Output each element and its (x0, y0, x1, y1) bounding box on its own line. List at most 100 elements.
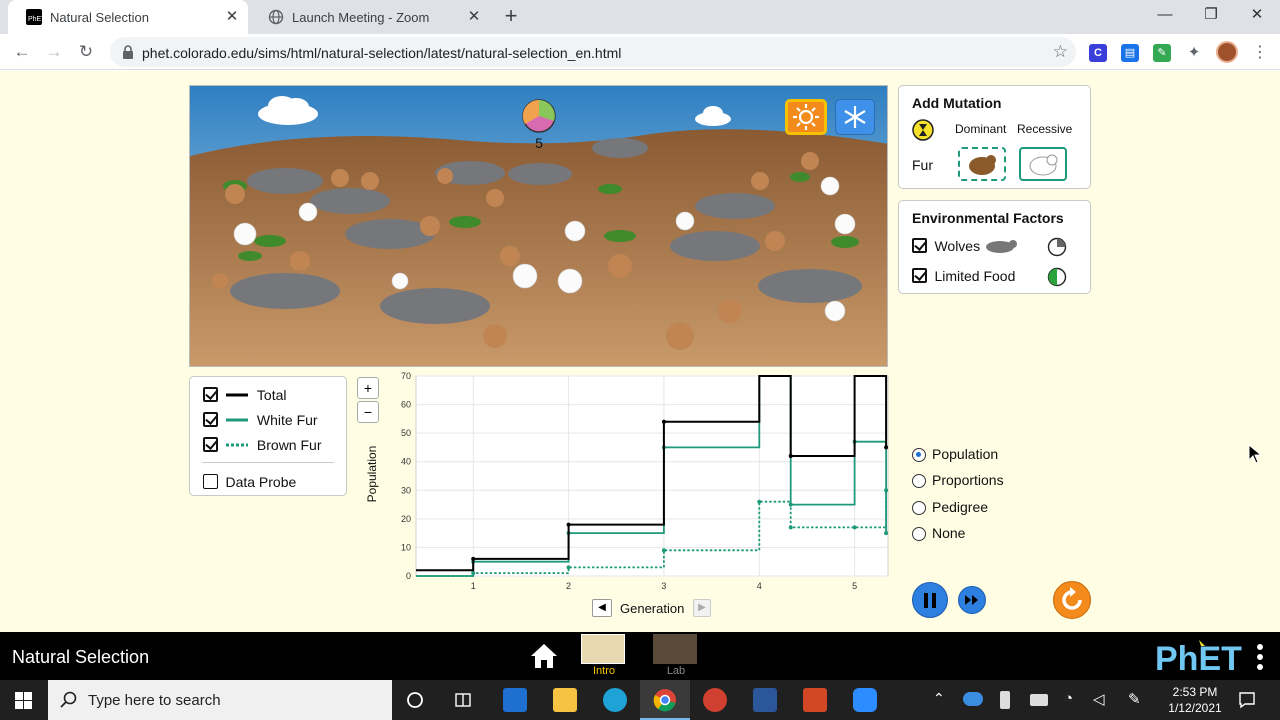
plot-area (415, 375, 889, 577)
bookmark-star-icon[interactable]: ☆ (1053, 42, 1068, 62)
sun-button[interactable] (785, 99, 827, 135)
white-fur-icon (1029, 154, 1058, 176)
system-clock[interactable]: 2:53 PM 1/12/2021 (1160, 684, 1230, 716)
total-label: Total (256, 386, 287, 403)
svg-text:PhET: PhET (1155, 640, 1242, 676)
extension-c-icon[interactable]: C (1089, 44, 1107, 62)
food-clock-icon (1047, 267, 1067, 287)
recessive-fur-button[interactable] (1019, 147, 1067, 181)
forward-icon[interactable]: → (43, 41, 65, 63)
onedrive-icon[interactable] (963, 692, 983, 706)
search-icon (60, 691, 77, 708)
mouse-cursor-icon (1248, 444, 1262, 464)
windows-start-icon[interactable] (15, 692, 32, 709)
address-bar[interactable]: phet.colorado.edu/sims/html/natural-sele… (110, 37, 1076, 67)
profile-avatar[interactable] (1216, 41, 1238, 63)
phet-favicon-icon: PhET (26, 9, 42, 25)
y-axis-label: Population (365, 445, 379, 503)
zoom-app-icon[interactable] (853, 688, 877, 712)
chrome-taskbar-button[interactable] (640, 680, 690, 720)
y-tick-label: 10 (401, 542, 411, 552)
phet-logo-icon[interactable]: PhET (1155, 638, 1247, 676)
x-tick-label: 5 (852, 581, 857, 591)
previous-generation-button[interactable]: ◀ (592, 599, 612, 617)
search-placeholder: Type here to search (88, 692, 221, 709)
extension-screen-icon[interactable]: ▤ (1121, 44, 1139, 62)
y-tick-label: 20 (401, 514, 411, 524)
x-tick-label: 3 (661, 581, 666, 591)
checkbox-icon (203, 474, 218, 490)
mutation-hourglass-icon (912, 119, 934, 141)
taskbar-search-box[interactable]: Type here to search (48, 680, 392, 720)
new-tab-button[interactable]: + (500, 5, 522, 27)
snowflake-icon (844, 106, 866, 128)
clock-time: 2:53 PM (1172, 685, 1218, 699)
volume-icon[interactable]: ◁ (1093, 690, 1105, 708)
home-button[interactable] (528, 640, 560, 672)
data-point (884, 445, 889, 450)
y-tick-label: 30 (401, 485, 411, 495)
generation-count: 5 (535, 135, 543, 151)
cortana-icon[interactable] (406, 691, 424, 709)
x-tick-label: 1 (471, 581, 476, 591)
snow-button[interactable] (835, 99, 875, 135)
wolves-checkbox[interactable]: Wolves (912, 237, 980, 255)
tab-natural-selection[interactable]: PhET Natural Selection ✕ (8, 0, 248, 34)
white-fur-checkbox[interactable]: White Fur (203, 411, 318, 429)
close-tab-icon[interactable]: ✕ (224, 9, 240, 25)
data-probe-checkbox[interactable]: Data Probe (203, 473, 296, 491)
y-tick-label: 0 (406, 571, 411, 581)
limited-food-checkbox[interactable]: Limited Food (912, 267, 1015, 285)
store-icon[interactable] (503, 688, 527, 712)
edge-icon[interactable] (603, 688, 627, 712)
pause-button[interactable] (912, 582, 948, 618)
word-icon[interactable] (753, 688, 777, 712)
next-generation-button[interactable]: ▶ (693, 599, 711, 617)
data-probe-label: Data Probe (225, 473, 297, 490)
pen-icon[interactable]: ✎ (1128, 690, 1141, 708)
extension-green-icon[interactable]: ✎ (1153, 44, 1171, 62)
restore-icon[interactable]: ❐ (1201, 5, 1221, 25)
screen-intro-button[interactable]: Intro (581, 634, 627, 680)
file-explorer-icon[interactable] (553, 688, 577, 712)
reload-icon[interactable]: ↻ (75, 41, 97, 63)
zoom-out-button[interactable]: − (357, 401, 379, 423)
notifications-icon[interactable] (1238, 691, 1256, 709)
show-hidden-icons-button[interactable]: ⌃ (933, 690, 945, 707)
x-axis-label: Generation (620, 601, 685, 616)
back-icon[interactable]: ← (11, 41, 33, 63)
population-radio-label: Population (932, 446, 999, 462)
pause-icon (924, 593, 936, 608)
minimize-icon[interactable]: — (1155, 5, 1175, 25)
phet-menu-icon[interactable] (1256, 642, 1264, 672)
tab-launch-meeting[interactable]: Launch Meeting - Zoom ✕ (250, 0, 490, 34)
window-close-icon[interactable]: ✕ (1247, 5, 1267, 25)
radio-icon (912, 448, 926, 462)
total-checkbox[interactable]: Total (203, 386, 286, 404)
zoom-in-button[interactable]: + (357, 377, 379, 399)
none-radio-label: None (932, 525, 966, 541)
dominant-fur-button[interactable] (958, 147, 1006, 181)
brown-fur-checkbox[interactable]: Brown Fur (203, 436, 321, 454)
tab-title: Natural Selection (50, 9, 149, 25)
data-point (757, 499, 762, 504)
chrome-menu-icon[interactable]: ⋮ (1252, 42, 1268, 62)
close-tab-icon[interactable]: ✕ (466, 9, 482, 25)
legend-divider (202, 462, 334, 463)
environmental-factors-title: Environmental Factors (912, 210, 1064, 226)
screen-lab-button[interactable]: Lab (653, 634, 699, 680)
globe-icon (268, 9, 284, 25)
extensions-puzzle-icon[interactable]: ✦ (1185, 44, 1203, 62)
wifi-icon[interactable]: ◔ (1064, 690, 1073, 707)
task-view-icon[interactable] (454, 691, 472, 709)
step-forward-button[interactable] (958, 586, 986, 614)
reset-button[interactable] (1053, 581, 1091, 619)
powerpoint-icon[interactable] (803, 688, 827, 712)
data-point (884, 531, 889, 536)
snipping-tool-icon[interactable] (703, 688, 727, 712)
usb-icon[interactable] (1000, 691, 1010, 709)
add-mutation-panel: Add Mutation Dominant Recessive Fur (898, 85, 1091, 189)
battery-icon[interactable] (1030, 694, 1048, 706)
sim-title: Natural Selection (12, 647, 150, 667)
data-point (788, 525, 793, 530)
